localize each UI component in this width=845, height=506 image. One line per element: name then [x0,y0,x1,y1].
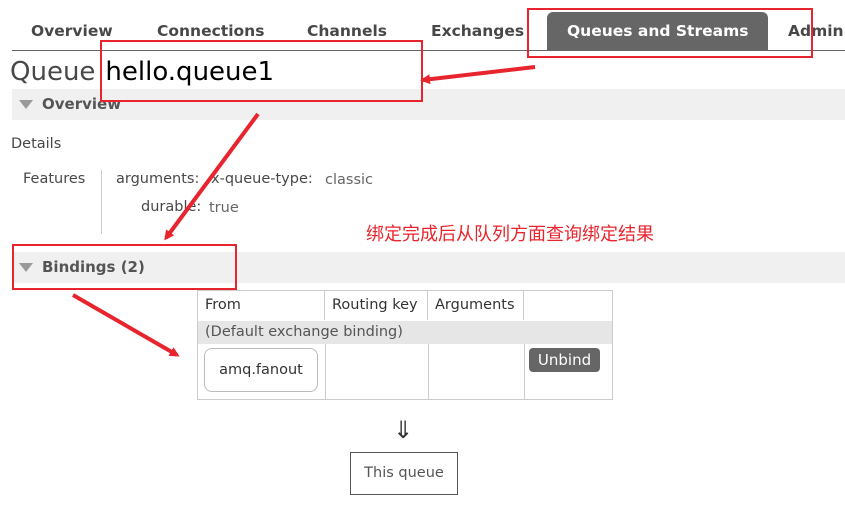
annotation-arrows [72,65,536,357]
annotation-arrow [164,112,260,241]
annotation-arrow [420,65,536,85]
annotation-arrow [72,293,180,357]
annotation-note: 绑定完成后从队列方面查询绑定结果 [366,224,654,245]
